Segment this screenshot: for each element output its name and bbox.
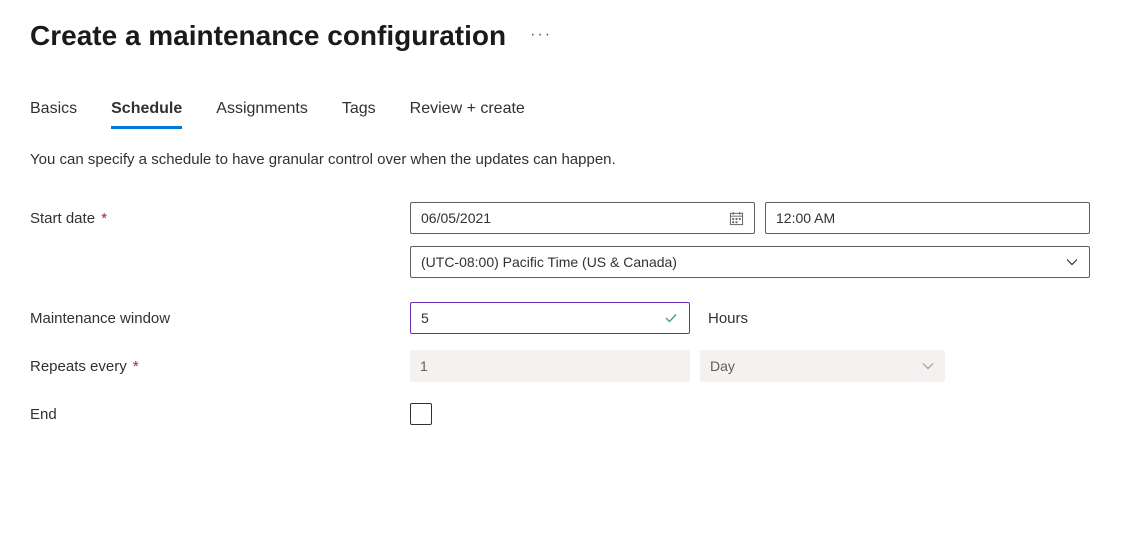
maintenance-window-unit: Hours [708, 310, 748, 327]
calendar-icon[interactable] [729, 211, 744, 226]
start-date-value: 06/05/2021 [421, 210, 491, 226]
tab-tags[interactable]: Tags [342, 100, 376, 129]
tab-review[interactable]: Review + create [410, 100, 525, 129]
timezone-value: (UTC-08:00) Pacific Time (US & Canada) [421, 254, 677, 270]
tabs: Basics Schedule Assignments Tags Review … [30, 100, 1100, 129]
chevron-down-icon [921, 359, 935, 373]
repeats-every-label: Repeats every * [30, 358, 410, 375]
required-indicator: * [97, 210, 107, 227]
tab-schedule[interactable]: Schedule [111, 100, 182, 129]
label-text: Start date [30, 210, 95, 227]
tab-assignments[interactable]: Assignments [216, 100, 308, 129]
tab-basics[interactable]: Basics [30, 100, 77, 129]
timezone-select[interactable]: (UTC-08:00) Pacific Time (US & Canada) [410, 246, 1090, 278]
maintenance-window-value: 5 [421, 310, 429, 326]
start-date-input[interactable]: 06/05/2021 [410, 202, 755, 234]
end-checkbox[interactable] [410, 403, 432, 425]
more-icon[interactable]: ··· [530, 26, 552, 46]
start-date-label: Start date * [30, 210, 410, 227]
repeats-every-unit-value: Day [710, 358, 735, 374]
repeats-every-unit-select[interactable]: Day [700, 350, 945, 382]
page-title: Create a maintenance configuration [30, 20, 506, 52]
end-label: End [30, 406, 410, 423]
label-text: Repeats every [30, 358, 127, 375]
tab-description: You can specify a schedule to have granu… [30, 151, 1100, 168]
chevron-down-icon [1065, 255, 1079, 269]
start-time-value: 12:00 AM [776, 210, 835, 226]
maintenance-window-input[interactable]: 5 [410, 302, 690, 334]
checkmark-icon [663, 310, 679, 326]
repeats-every-value: 1 [420, 358, 428, 374]
maintenance-window-label: Maintenance window [30, 310, 410, 327]
repeats-every-input[interactable]: 1 [410, 350, 690, 382]
required-indicator: * [129, 358, 139, 375]
start-time-input[interactable]: 12:00 AM [765, 202, 1090, 234]
